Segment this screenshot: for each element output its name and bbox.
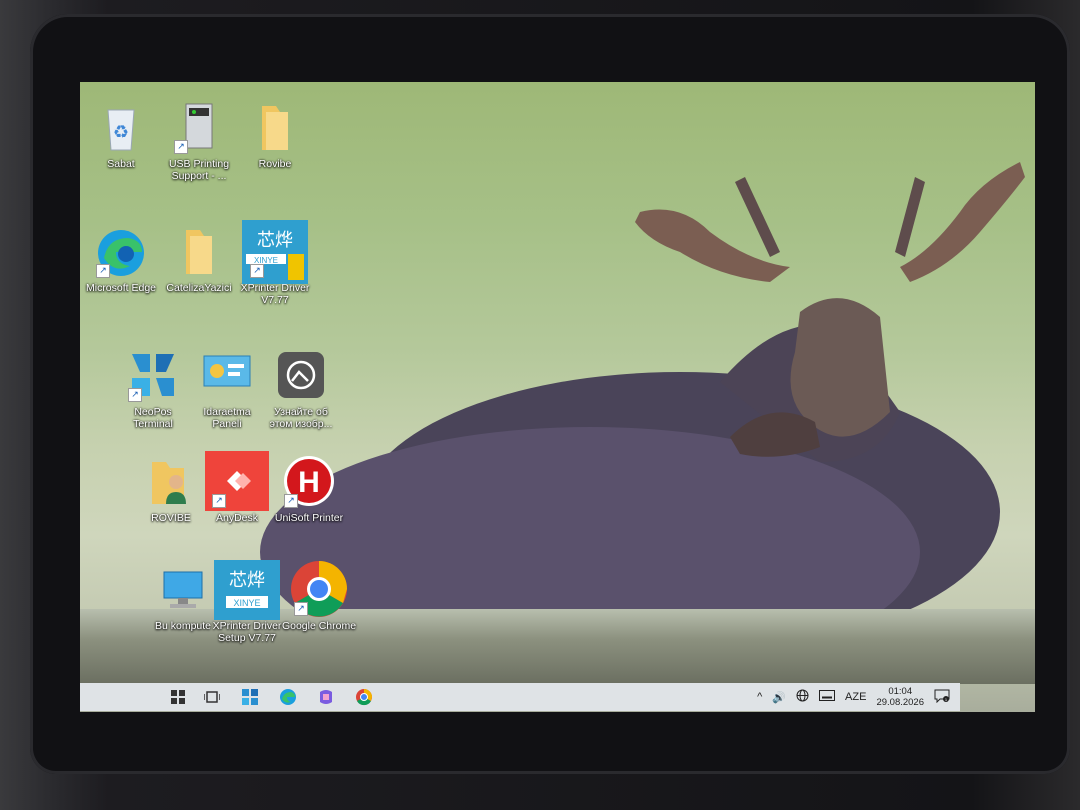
icon-label: Sabat: [107, 158, 135, 170]
xprinter-icon: 芯烨 XINYE ↗: [242, 220, 308, 284]
icon-label: UniSoft Printer: [274, 512, 344, 524]
windows-start-icon[interactable]: [164, 683, 192, 711]
clock[interactable]: 01:04 29.08.2026: [876, 686, 924, 708]
desktop-icon-rovibe[interactable]: Rovibe: [236, 100, 314, 170]
icon-label: XPrinter Driver Setup V7.77: [212, 620, 282, 644]
icon-label: Узнайте об этом изобр...: [269, 406, 333, 430]
this-pc-icon: [156, 562, 210, 616]
user-folder-icon: [144, 454, 198, 508]
shortcut-arrow-icon: ↗: [96, 264, 110, 278]
desktop-icon-control-panel[interactable]: Idaraetma Paneli: [188, 348, 266, 430]
desktop-icon-spotlight[interactable]: Узнайте об этом изобр...: [262, 348, 340, 430]
unisoft-icon: H ↗: [282, 454, 336, 508]
system-tray: ^ 🔊 AZE 01:04 29.08.2026 1: [757, 686, 960, 708]
notification-center-icon[interactable]: 1: [934, 689, 950, 706]
svg-text:芯烨: 芯烨: [229, 570, 265, 590]
icon-label: NeoPos Terminal: [133, 406, 173, 430]
edge-icon: ↗: [94, 224, 148, 278]
folder-icon: [248, 100, 302, 154]
icon-label: USB Printing Support - ...: [168, 158, 230, 182]
anydesk-icon: ↗: [205, 451, 269, 511]
desktop-screen: ♻ Sabat ↗ USB Printing Support - ... Rov…: [80, 82, 1035, 712]
recycle-bin-icon: ♻: [94, 100, 148, 154]
shortcut-arrow-icon: ↗: [128, 388, 142, 402]
desktop-icon-sabat[interactable]: ♻ Sabat: [82, 100, 160, 170]
desktop-icon-neopos[interactable]: ↗ NeoPos Terminal: [114, 348, 192, 430]
control-panel-icon: [200, 348, 254, 402]
icon-label: Google Chrome: [281, 620, 357, 632]
desktop-icon-usb-printing[interactable]: ↗ USB Printing Support - ...: [160, 100, 238, 182]
folder-icon: [172, 224, 226, 278]
xprinter-icon: 芯烨 XINYE: [214, 560, 280, 620]
svg-text:♻: ♻: [113, 122, 129, 142]
usb-printer-icon: ↗: [172, 100, 226, 154]
volume-icon[interactable]: 🔊: [772, 691, 786, 704]
shortcut-arrow-icon: ↗: [250, 264, 264, 278]
icon-label: Idaraetma Paneli: [203, 406, 251, 430]
clock-date: 29.08.2026: [876, 697, 924, 708]
taskbar: ^ 🔊 AZE 01:04 29.08.2026 1: [80, 683, 960, 711]
clock-time: 01:04: [888, 686, 913, 697]
chrome-icon: ↗: [291, 561, 347, 617]
keyboard-icon[interactable]: [819, 690, 836, 704]
desktop-icon-chrome[interactable]: ↗ Google Chrome: [280, 561, 358, 632]
svg-text:H: H: [298, 466, 320, 499]
shortcut-arrow-icon: ↗: [212, 494, 226, 508]
svg-text:XINYE: XINYE: [233, 598, 260, 608]
icon-label: AnyDesk: [215, 512, 258, 524]
shortcut-arrow-icon: ↗: [174, 140, 188, 154]
desktop-icon-xprinter-setup[interactable]: 芯烨 XINYE XPrinter Driver Setup V7.77: [208, 560, 286, 644]
icon-label: XPrinter Driver V7.77: [240, 282, 310, 306]
neopos-icon[interactable]: [236, 683, 264, 711]
chrome-icon[interactable]: [350, 683, 378, 711]
show-hidden-icons-chevron[interactable]: ^: [757, 691, 762, 703]
edge-icon[interactable]: [274, 683, 302, 711]
task-view-icon[interactable]: [198, 683, 226, 711]
copilot-icon[interactable]: [312, 683, 340, 711]
icon-label: Microsoft Edge: [85, 282, 157, 294]
desktop-icon-xprinter-driver[interactable]: 芯烨 XINYE ↗ XPrinter Driver V7.77: [236, 220, 314, 306]
desktop-icon-catelizayazici[interactable]: CatelizaYazici: [160, 224, 238, 294]
desktop-icon-unisoft[interactable]: H ↗ UniSoft Printer: [270, 454, 348, 524]
shortcut-arrow-icon: ↗: [294, 602, 308, 616]
desktop-icon-edge[interactable]: ↗ Microsoft Edge: [82, 224, 160, 294]
svg-text:芯烨: 芯烨: [257, 230, 293, 250]
icon-label: Rovibe: [258, 158, 292, 170]
spotlight-icon: [274, 348, 328, 402]
neopos-icon: ↗: [126, 348, 180, 402]
shortcut-arrow-icon: ↗: [284, 494, 298, 508]
language-indicator[interactable]: AZE: [845, 691, 866, 703]
icon-label: CatelizaYazici: [166, 282, 232, 294]
desktop-icon-anydesk[interactable]: ↗ AnyDesk: [198, 451, 276, 524]
network-globe-icon[interactable]: [796, 689, 809, 705]
